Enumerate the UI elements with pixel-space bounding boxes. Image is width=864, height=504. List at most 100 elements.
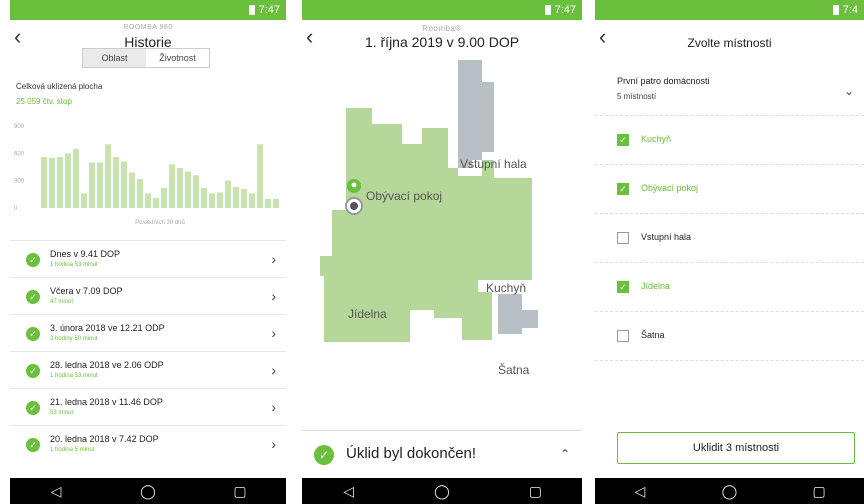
floor-selector[interactable]: První patro domácnosti 5 místností ⌄	[595, 70, 864, 116]
check-circle-icon: ✓	[26, 364, 40, 378]
tab-lifetime[interactable]: Životnost	[146, 49, 209, 67]
y-tick-label: 300	[14, 179, 25, 185]
device-name: ROOMBA 980	[123, 24, 173, 31]
y-tick-label: 900	[14, 124, 25, 130]
chart-bar	[81, 193, 87, 208]
history-row-duration: 1 hodina 53 minut	[50, 373, 98, 379]
history-list: ✓ Dnes v 9.41 DOP 1 hodina 53 minut › ✓ Včera…	[10, 240, 286, 462]
history-row-title: Včera v 7.09 DOP	[50, 286, 123, 296]
chart-bar	[217, 192, 223, 208]
battery-icon	[832, 5, 839, 15]
total-area-label: Celková uklizená plocha	[16, 82, 103, 91]
map-header: ‹ Roomba® 1. října 2019 v 9.00 DOP	[302, 20, 582, 60]
nav-home-icon[interactable]: ◯	[714, 481, 744, 501]
chart-bar	[209, 193, 215, 208]
status-panel[interactable]: ✓ Úklid byl dokončen! ⌃	[302, 430, 582, 478]
robot-icon	[345, 197, 363, 215]
chevron-right-icon: ›	[271, 288, 276, 304]
chart-bar	[241, 188, 247, 208]
history-row[interactable]: ✓ 3. února 2018 ve 12.21 ODP 3 hodiny 50 m…	[10, 314, 286, 351]
hall-area	[458, 60, 494, 168]
nav-home-icon[interactable]: ◯	[133, 481, 163, 501]
history-row-title: 3. února 2018 ve 12.21 ODP	[50, 323, 165, 333]
status-bar: 7:47	[302, 0, 582, 20]
chevron-up-icon[interactable]: ⌃	[560, 447, 570, 461]
status-time: 7:47	[258, 4, 280, 16]
check-circle-icon: ✓	[26, 438, 40, 452]
home-base-icon	[347, 179, 361, 193]
history-row-duration: 3 hodiny 50 minut	[50, 336, 98, 342]
nav-back-icon[interactable]: ◁	[334, 481, 364, 501]
chart-bar	[169, 164, 175, 208]
room-option[interactable]: ✓ Jídelna	[595, 263, 864, 312]
history-row-title: 21. ledna 2018 v 11.46 DOP	[50, 397, 163, 407]
page-title: 1. října 2019 v 9.00 DOP	[364, 34, 520, 50]
history-row-title: Dnes v 9.41 DOP	[50, 249, 121, 259]
checkbox[interactable]: ✓	[617, 183, 629, 195]
chart-bar	[57, 156, 63, 208]
nav-back-icon[interactable]: ◁	[625, 481, 655, 501]
clean-rooms-button[interactable]: Uklidit 3 místnosti	[617, 432, 855, 464]
rooms-screen: 7:4 ‹ Zvolte místnosti První patro domác…	[595, 0, 864, 504]
room-label-kitchen: Kuchyň	[486, 281, 526, 295]
history-row[interactable]: ✓ 28. ledna 2018 ve 2.06 ODP 1 hodina 53 m…	[10, 351, 286, 388]
chart-bar	[249, 193, 255, 208]
chevron-right-icon: ›	[271, 325, 276, 341]
nav-back-icon[interactable]: ◁	[41, 481, 71, 501]
room-name: Kuchyň	[641, 134, 672, 144]
room-label-hall: Vstupní hala	[460, 157, 527, 171]
nav-recents-icon[interactable]: ▢	[804, 481, 834, 501]
history-row[interactable]: ✓ 20. ledna 2018 v 7.42 DOP 1 hodina 5 min…	[10, 425, 286, 462]
chart-bar	[193, 175, 199, 208]
chart-bar	[161, 187, 167, 208]
nav-recents-icon[interactable]: ▢	[225, 481, 255, 501]
chart-bar	[105, 144, 111, 208]
check-circle-icon: ✓	[26, 290, 40, 304]
done-text: Úklid byl dokončen!	[346, 445, 477, 462]
cleaning-chart: 900 600 300 0 Posledních 30 dnů	[14, 124, 279, 226]
android-nav-bar: ◁ ◯ ▢	[10, 478, 286, 504]
tab-area[interactable]: Oblast	[83, 49, 146, 67]
checkbox[interactable]: ✓	[617, 281, 629, 293]
brand-name: Roomba®	[422, 24, 462, 33]
nav-recents-icon[interactable]: ▢	[520, 481, 550, 501]
room-name: Vstupní hala	[641, 232, 692, 242]
checkbox[interactable]: ✓	[617, 134, 629, 146]
history-row[interactable]: ✓ 21. ledna 2018 v 11.46 DOP 53 minut ›	[10, 388, 286, 425]
history-row-duration: 47 minut	[50, 299, 74, 305]
status-time: 7:4	[842, 4, 858, 16]
chart-bar	[49, 157, 55, 208]
room-label-closet: Šatna	[498, 362, 530, 377]
history-row[interactable]: ✓ Dnes v 9.41 DOP 1 hodina 53 minut ›	[10, 240, 286, 277]
chart-bar	[153, 197, 159, 208]
room-name: Obývací pokoj	[641, 183, 699, 193]
room-option[interactable]: Šatna	[595, 312, 864, 361]
room-name: Jídelna	[641, 281, 671, 291]
chart-bar	[97, 162, 103, 208]
status-bar: 7:47	[10, 0, 286, 20]
history-row-title: 20. ledna 2018 v 7.42 DOP	[50, 434, 159, 444]
chart-bar	[121, 161, 127, 208]
map-screen: 7:47 ‹ Roomba® 1. října 2019 v 9.00 DOP …	[302, 0, 582, 504]
floor-room-count: 5 místností	[617, 92, 657, 101]
chart-bar	[145, 193, 151, 208]
room-option[interactable]: ✓ Obývací pokoj	[595, 165, 864, 214]
room-option[interactable]: ✓ Kuchyň	[595, 116, 864, 165]
chevron-right-icon: ›	[271, 436, 276, 452]
chevron-down-icon: ⌄	[843, 84, 854, 98]
status-bar: 7:4	[595, 0, 864, 20]
checkbox[interactable]	[617, 232, 629, 244]
room-label-living: Obývací pokoj	[366, 189, 442, 203]
chart-bar	[129, 172, 135, 208]
room-option[interactable]: Vstupní hala	[595, 214, 864, 263]
history-row-duration: 1 hodina 53 minut	[50, 262, 98, 268]
android-nav-bar: ◁ ◯ ▢	[302, 478, 582, 504]
android-nav-bar: ◁ ◯ ▢	[595, 478, 864, 504]
y-tick-label: 600	[14, 151, 25, 157]
chart-bar	[137, 178, 143, 208]
history-row[interactable]: ✓ Včera v 7.09 DOP 47 minut ›	[10, 277, 286, 314]
nav-home-icon[interactable]: ◯	[427, 481, 457, 501]
check-circle-icon: ✓	[26, 401, 40, 415]
checkbox[interactable]	[617, 330, 629, 342]
closet-area	[498, 294, 538, 334]
